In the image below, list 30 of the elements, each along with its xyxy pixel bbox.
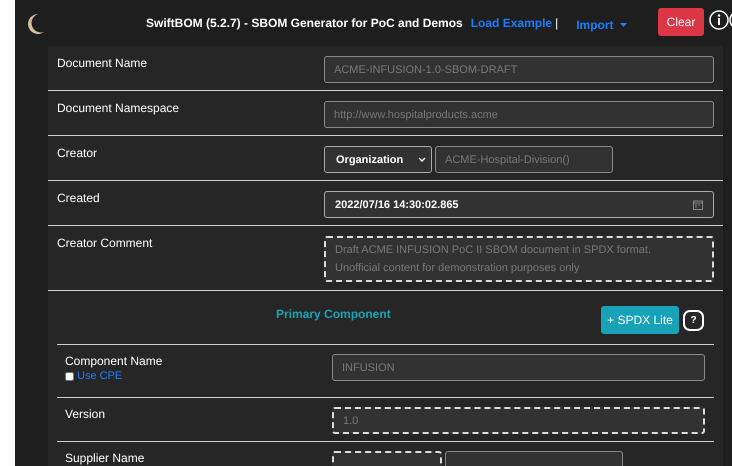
load-example-link[interactable]: Load Example	[470, 16, 552, 30]
field-label: Document Namespace	[57, 101, 180, 115]
chevron-icon	[418, 156, 426, 162]
text-field[interactable]: INFUSION	[332, 354, 705, 381]
caret-icon	[620, 23, 627, 27]
info-icon[interactable]	[709, 10, 729, 30]
import-dropdown[interactable]: Import	[576, 18, 627, 32]
date-field[interactable]: 2022/07/16 14:30:02.865	[324, 191, 714, 218]
comment-field[interactable]: Draft ACME INFUSION PoC II SBOM document in SPDX format. Unofficial content for demonstration purposes only	[324, 236, 714, 282]
clear-button[interactable]: Clear	[658, 8, 704, 36]
spdx-lite-button[interactable]: + SPDX Lite	[601, 306, 679, 334]
field-label: Component Name	[65, 354, 164, 368]
section-title: Primary Component	[276, 306, 391, 320]
app-title: SwiftBOM (5.2.7) - SBOM Generator for PoC and Demos	[146, 16, 463, 30]
cpe-checkbox[interactable]	[65, 372, 74, 380]
field-label: Creator	[57, 146, 98, 160]
field-label: Creator Comment	[57, 236, 154, 250]
field-label: Version	[65, 407, 106, 421]
calendar-icon	[693, 200, 703, 210]
use-cpe-link[interactable]: Use CPE	[77, 370, 122, 382]
field-label: Document Name	[57, 56, 148, 70]
text-field[interactable]: http://www.hospitalproducts.acme	[324, 101, 714, 128]
help-button[interactable]: ?	[683, 310, 704, 330]
creator-type-select[interactable]: Organization	[324, 146, 432, 173]
moon-icon	[26, 13, 45, 35]
creator-field[interactable]: ACME-Hospital-Division()	[435, 146, 613, 173]
field-label: Supplier Name	[65, 451, 146, 465]
text-field[interactable]: ACME-INFUSION-1.0-SBOM-DRAFT	[324, 56, 714, 83]
separator-text: |	[555, 16, 558, 30]
field-label: Created	[57, 191, 101, 205]
